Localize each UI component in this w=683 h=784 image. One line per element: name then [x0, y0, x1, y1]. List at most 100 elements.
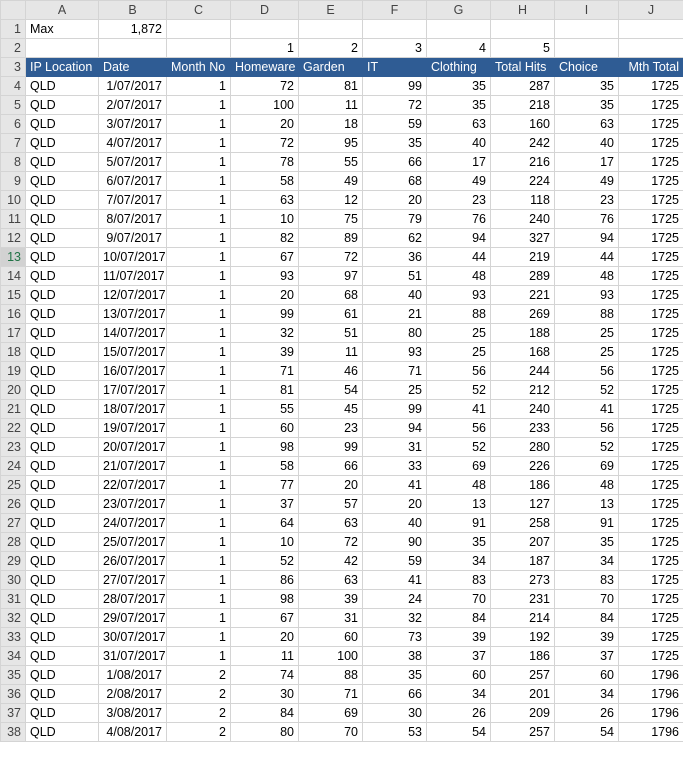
cell-cl[interactable]: 88: [426, 304, 491, 324]
cell-cl[interactable]: 35: [426, 532, 491, 552]
cell-loc[interactable]: QLD: [25, 437, 99, 457]
row-header[interactable]: 36: [0, 684, 26, 704]
cell-tot[interactable]: 289: [490, 266, 555, 286]
header-choice[interactable]: Choice: [554, 57, 619, 77]
cell-ch[interactable]: 69: [554, 456, 619, 476]
cell-hw[interactable]: 77: [230, 475, 299, 495]
cell-mt[interactable]: 1725: [618, 190, 683, 210]
cell-loc[interactable]: QLD: [25, 475, 99, 495]
cell-date[interactable]: 6/07/2017: [98, 171, 167, 191]
cell-mt[interactable]: 1725: [618, 570, 683, 590]
row-header[interactable]: 28: [0, 532, 26, 552]
cell-m[interactable]: 1: [166, 209, 231, 229]
cell-m[interactable]: 1: [166, 190, 231, 210]
cell-gd[interactable]: 57: [298, 494, 363, 514]
cell-tot[interactable]: 257: [490, 722, 555, 742]
cell-ch[interactable]: 23: [554, 190, 619, 210]
row-header[interactable]: 30: [0, 570, 26, 590]
cell-ch[interactable]: 52: [554, 437, 619, 457]
row-header[interactable]: 25: [0, 475, 26, 495]
cell-m[interactable]: 1: [166, 228, 231, 248]
header-it[interactable]: IT: [362, 57, 427, 77]
cell-gd[interactable]: 69: [298, 703, 363, 723]
cell-tot[interactable]: 218: [490, 95, 555, 115]
cell-loc[interactable]: QLD: [25, 532, 99, 552]
cell-gd[interactable]: 89: [298, 228, 363, 248]
cell-gd[interactable]: 100: [298, 646, 363, 666]
cell-hw[interactable]: 60: [230, 418, 299, 438]
cell-m[interactable]: 1: [166, 456, 231, 476]
cell-m[interactable]: 1: [166, 247, 231, 267]
cell-gd[interactable]: 70: [298, 722, 363, 742]
cell-date[interactable]: 20/07/2017: [98, 437, 167, 457]
cell-it[interactable]: 62: [362, 228, 427, 248]
row-header[interactable]: 19: [0, 361, 26, 381]
cell-loc[interactable]: QLD: [25, 266, 99, 286]
column-header-e[interactable]: E: [298, 0, 363, 20]
cell-cl[interactable]: 93: [426, 285, 491, 305]
cell-gd[interactable]: 61: [298, 304, 363, 324]
cell-tot[interactable]: 327: [490, 228, 555, 248]
cell-m[interactable]: 1: [166, 133, 231, 153]
cell-tot[interactable]: 160: [490, 114, 555, 134]
cell-tot[interactable]: 186: [490, 475, 555, 495]
row-header[interactable]: 38: [0, 722, 26, 742]
cell-cl[interactable]: 25: [426, 342, 491, 362]
cell-ch[interactable]: 88: [554, 304, 619, 324]
cell-gd[interactable]: 55: [298, 152, 363, 172]
cell-hw[interactable]: 32: [230, 323, 299, 343]
cell-cl[interactable]: 25: [426, 323, 491, 343]
cell-loc[interactable]: QLD: [25, 342, 99, 362]
cell-loc[interactable]: QLD: [25, 570, 99, 590]
cell-loc[interactable]: QLD: [25, 228, 99, 248]
cell-gd[interactable]: 95: [298, 133, 363, 153]
cell-i2[interactable]: [554, 38, 619, 58]
cell-gd[interactable]: 18: [298, 114, 363, 134]
cell-date[interactable]: 9/07/2017: [98, 228, 167, 248]
cell-date[interactable]: 31/07/2017: [98, 646, 167, 666]
cell-it[interactable]: 73: [362, 627, 427, 647]
cell-it[interactable]: 71: [362, 361, 427, 381]
row-header[interactable]: 22: [0, 418, 26, 438]
cell-it[interactable]: 80: [362, 323, 427, 343]
cell-it[interactable]: 68: [362, 171, 427, 191]
cell-date[interactable]: 22/07/2017: [98, 475, 167, 495]
cell-gd[interactable]: 51: [298, 323, 363, 343]
cell-loc[interactable]: QLD: [25, 665, 99, 685]
cell-tot[interactable]: 242: [490, 133, 555, 153]
cell-mt[interactable]: 1725: [618, 532, 683, 552]
cell-it[interactable]: 25: [362, 380, 427, 400]
cell-cl[interactable]: 35: [426, 95, 491, 115]
cell-hw[interactable]: 98: [230, 437, 299, 457]
cell-it[interactable]: 21: [362, 304, 427, 324]
cell-date[interactable]: 5/07/2017: [98, 152, 167, 172]
cell-it[interactable]: 94: [362, 418, 427, 438]
cell-date[interactable]: 28/07/2017: [98, 589, 167, 609]
cell-date[interactable]: 4/08/2017: [98, 722, 167, 742]
cell-date[interactable]: 18/07/2017: [98, 399, 167, 419]
cell-date[interactable]: 30/07/2017: [98, 627, 167, 647]
cell-mt[interactable]: 1725: [618, 399, 683, 419]
cell-ch[interactable]: 48: [554, 475, 619, 495]
cell-cl[interactable]: 48: [426, 266, 491, 286]
cell-loc[interactable]: QLD: [25, 456, 99, 476]
cell-date[interactable]: 27/07/2017: [98, 570, 167, 590]
cell-gd[interactable]: 31: [298, 608, 363, 628]
row-header[interactable]: 6: [0, 114, 26, 134]
cell-loc[interactable]: QLD: [25, 551, 99, 571]
cell-ch[interactable]: 35: [554, 532, 619, 552]
cell-hw[interactable]: 20: [230, 627, 299, 647]
row-header[interactable]: 17: [0, 323, 26, 343]
cell-m[interactable]: 1: [166, 266, 231, 286]
cell-ch[interactable]: 84: [554, 608, 619, 628]
cell-hw[interactable]: 98: [230, 589, 299, 609]
cell-gd[interactable]: 46: [298, 361, 363, 381]
cell-d2[interactable]: 1: [230, 38, 299, 58]
header-month-no[interactable]: Month No: [166, 57, 231, 77]
cell-ch[interactable]: 35: [554, 95, 619, 115]
cell-date[interactable]: 8/07/2017: [98, 209, 167, 229]
cell-it[interactable]: 51: [362, 266, 427, 286]
cell-e1[interactable]: [298, 19, 363, 39]
cell-it[interactable]: 59: [362, 551, 427, 571]
cell-mt[interactable]: 1796: [618, 703, 683, 723]
